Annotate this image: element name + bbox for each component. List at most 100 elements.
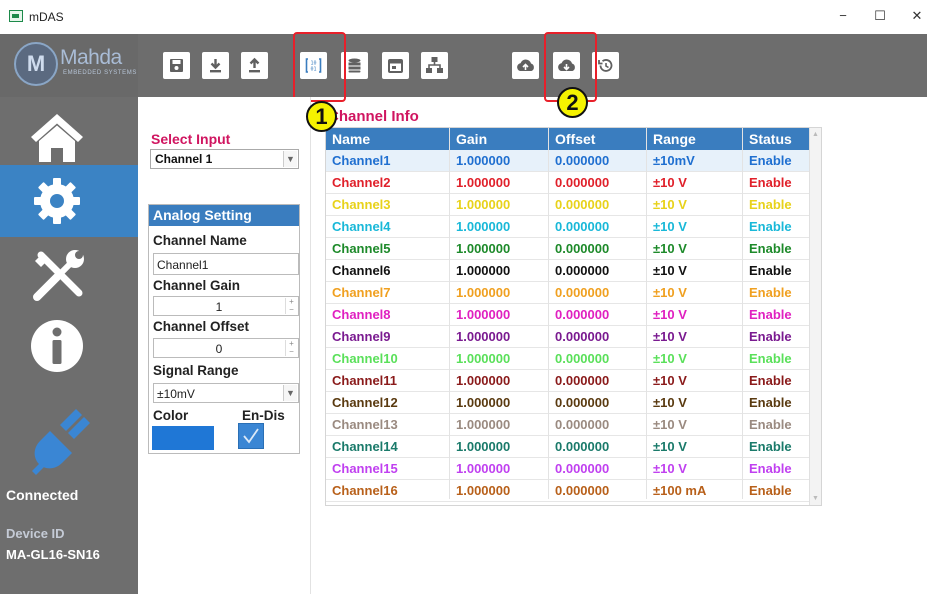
cell-gain: 1.000000 xyxy=(456,197,511,212)
cell-range: ±10 V xyxy=(653,263,687,278)
table-row[interactable]: Channel16 1.000000 0.000000 ±100 mA Enable xyxy=(326,480,810,502)
column-header-offset[interactable]: Offset xyxy=(555,131,595,147)
table-row[interactable]: Channel12 1.000000 0.000000 ±10 V Enable xyxy=(326,392,810,414)
table-header: Name Gain Offset Range Status xyxy=(326,128,810,150)
chevron-down-icon[interactable]: ▼ xyxy=(283,151,297,167)
cell-offset: 0.000000 xyxy=(555,175,610,190)
table-row[interactable]: Channel2 1.000000 0.000000 ±10 V Enable xyxy=(326,172,810,194)
device-id-label: Device ID xyxy=(6,526,65,541)
cell-status: Enable xyxy=(749,153,792,168)
column-header-range[interactable]: Range xyxy=(653,131,696,147)
color-picker[interactable] xyxy=(152,426,214,450)
cell-range: ±10 V xyxy=(653,395,687,410)
cell-gain: 1.000000 xyxy=(456,483,511,498)
signal-range-select[interactable]: ±10mV ▼ xyxy=(153,383,299,403)
channel-offset-stepper[interactable]: 0 + − xyxy=(153,338,299,358)
analog-setting-title: Analog Setting xyxy=(149,205,299,226)
sidebar-item-info[interactable] xyxy=(0,310,138,382)
stepper-arrows-icon[interactable]: + − xyxy=(285,298,297,314)
channel-gain-stepper[interactable]: 1 + − xyxy=(153,296,299,316)
table-scrollbar[interactable]: ▲ ▼ xyxy=(809,128,821,505)
network-icon xyxy=(426,57,443,73)
cell-name: Channel16 xyxy=(332,483,398,498)
cell-name: Channel13 xyxy=(332,417,398,432)
stepper-arrows-icon[interactable]: + − xyxy=(285,340,297,356)
input-select[interactable]: Channel 1 ▼ xyxy=(150,149,299,169)
chevron-down-icon[interactable]: ▼ xyxy=(283,385,297,401)
cell-range: ±10 V xyxy=(653,439,687,454)
enable-disable-label: En-Dis xyxy=(242,408,285,423)
channel-info-title: Channel Info xyxy=(328,108,419,125)
cell-name: Channel15 xyxy=(332,461,398,476)
table-row[interactable]: Channel9 1.000000 0.000000 ±10 V Enable xyxy=(326,326,810,348)
cell-offset: 0.000000 xyxy=(555,417,610,432)
cell-range: ±10 V xyxy=(653,219,687,234)
sidebar-item-settings[interactable] xyxy=(0,165,138,237)
cell-status: Enable xyxy=(749,197,792,212)
scroll-down-icon[interactable]: ▼ xyxy=(812,495,819,502)
company-logo: M Mahda EMBEDDED SYSTEMS xyxy=(0,34,138,97)
cell-offset: 0.000000 xyxy=(555,197,610,212)
cell-status: Enable xyxy=(749,395,792,410)
table-row[interactable]: Channel1 1.000000 0.000000 ±10mV Enable xyxy=(326,150,810,172)
cell-status: Enable xyxy=(749,219,792,234)
cell-name: Channel7 xyxy=(332,285,391,300)
sidebar-item-home[interactable] xyxy=(0,101,138,173)
table-row[interactable]: Channel7 1.000000 0.000000 ±10 V Enable xyxy=(326,282,810,304)
column-header-status[interactable]: Status xyxy=(749,131,792,147)
upload-button[interactable] xyxy=(241,52,268,79)
channel-name-field[interactable]: Channel1 xyxy=(153,253,299,275)
callout-2: 2 xyxy=(557,87,588,118)
tools-icon xyxy=(33,250,84,301)
plug-icon xyxy=(32,409,90,475)
cell-status: Enable xyxy=(749,439,792,454)
callout-1: 1 xyxy=(306,101,337,132)
table-row[interactable]: Channel10 1.000000 0.000000 ±10 V Enable xyxy=(326,348,810,370)
enable-checkbox[interactable] xyxy=(238,423,264,449)
table-row[interactable]: Channel5 1.000000 0.000000 ±10 V Enable xyxy=(326,238,810,260)
cloud-upload-button[interactable] xyxy=(512,52,539,79)
table-row[interactable]: Channel4 1.000000 0.000000 ±10 V Enable xyxy=(326,216,810,238)
download-button[interactable] xyxy=(202,52,229,79)
cell-gain: 1.000000 xyxy=(456,395,511,410)
cell-name: Channel4 xyxy=(332,219,391,234)
close-button[interactable]: ✕ xyxy=(909,9,925,23)
table-row[interactable]: Channel3 1.000000 0.000000 ±10 V Enable xyxy=(326,194,810,216)
table-row[interactable]: Channel13 1.000000 0.000000 ±10 V Enable xyxy=(326,414,810,436)
cloud-upload-icon xyxy=(517,59,534,71)
cell-offset: 0.000000 xyxy=(555,219,610,234)
scroll-up-icon[interactable]: ▲ xyxy=(812,131,819,138)
maximize-button[interactable]: ☐ xyxy=(872,9,888,23)
cell-status: Enable xyxy=(749,461,792,476)
cell-name: Channel8 xyxy=(332,307,391,322)
table-row[interactable]: Channel14 1.000000 0.000000 ±10 V Enable xyxy=(326,436,810,458)
input-select-value: Channel 1 xyxy=(155,152,213,166)
cell-name: Channel11 xyxy=(332,373,398,388)
column-header-name[interactable]: Name xyxy=(332,131,370,147)
table-row[interactable]: Channel8 1.000000 0.000000 ±10 V Enable xyxy=(326,304,810,326)
table-row[interactable]: Channel15 1.000000 0.000000 ±10 V Enable xyxy=(326,458,810,480)
device-id-value: MA-GL16-SN16 xyxy=(6,547,100,562)
cell-gain: 1.000000 xyxy=(456,439,511,454)
network-button[interactable] xyxy=(421,52,448,79)
upload-icon xyxy=(249,57,260,73)
channel-info-table: Name Gain Offset Range Status Channel1 1.… xyxy=(325,127,822,506)
cell-name: Channel3 xyxy=(332,197,391,212)
highlight-box-1 xyxy=(293,32,346,102)
table-row[interactable]: Channel11 1.000000 0.000000 ±10 V Enable xyxy=(326,370,810,392)
cell-gain: 1.000000 xyxy=(456,373,511,388)
cell-range: ±10mV xyxy=(653,153,695,168)
sidebar-item-tools[interactable] xyxy=(0,239,138,311)
column-header-gain[interactable]: Gain xyxy=(456,131,487,147)
cell-range: ±10 V xyxy=(653,285,687,300)
cell-status: Enable xyxy=(749,307,792,322)
minimize-button[interactable]: − xyxy=(835,9,851,23)
connection-status-icon xyxy=(0,395,138,490)
cell-status: Enable xyxy=(749,417,792,432)
cell-offset: 0.000000 xyxy=(555,263,610,278)
cell-offset: 0.000000 xyxy=(555,351,610,366)
table-row[interactable]: Channel6 1.000000 0.000000 ±10 V Enable xyxy=(326,260,810,282)
calendar-button[interactable] xyxy=(382,52,409,79)
save-button[interactable] xyxy=(163,52,190,79)
calendar-icon xyxy=(388,59,403,73)
